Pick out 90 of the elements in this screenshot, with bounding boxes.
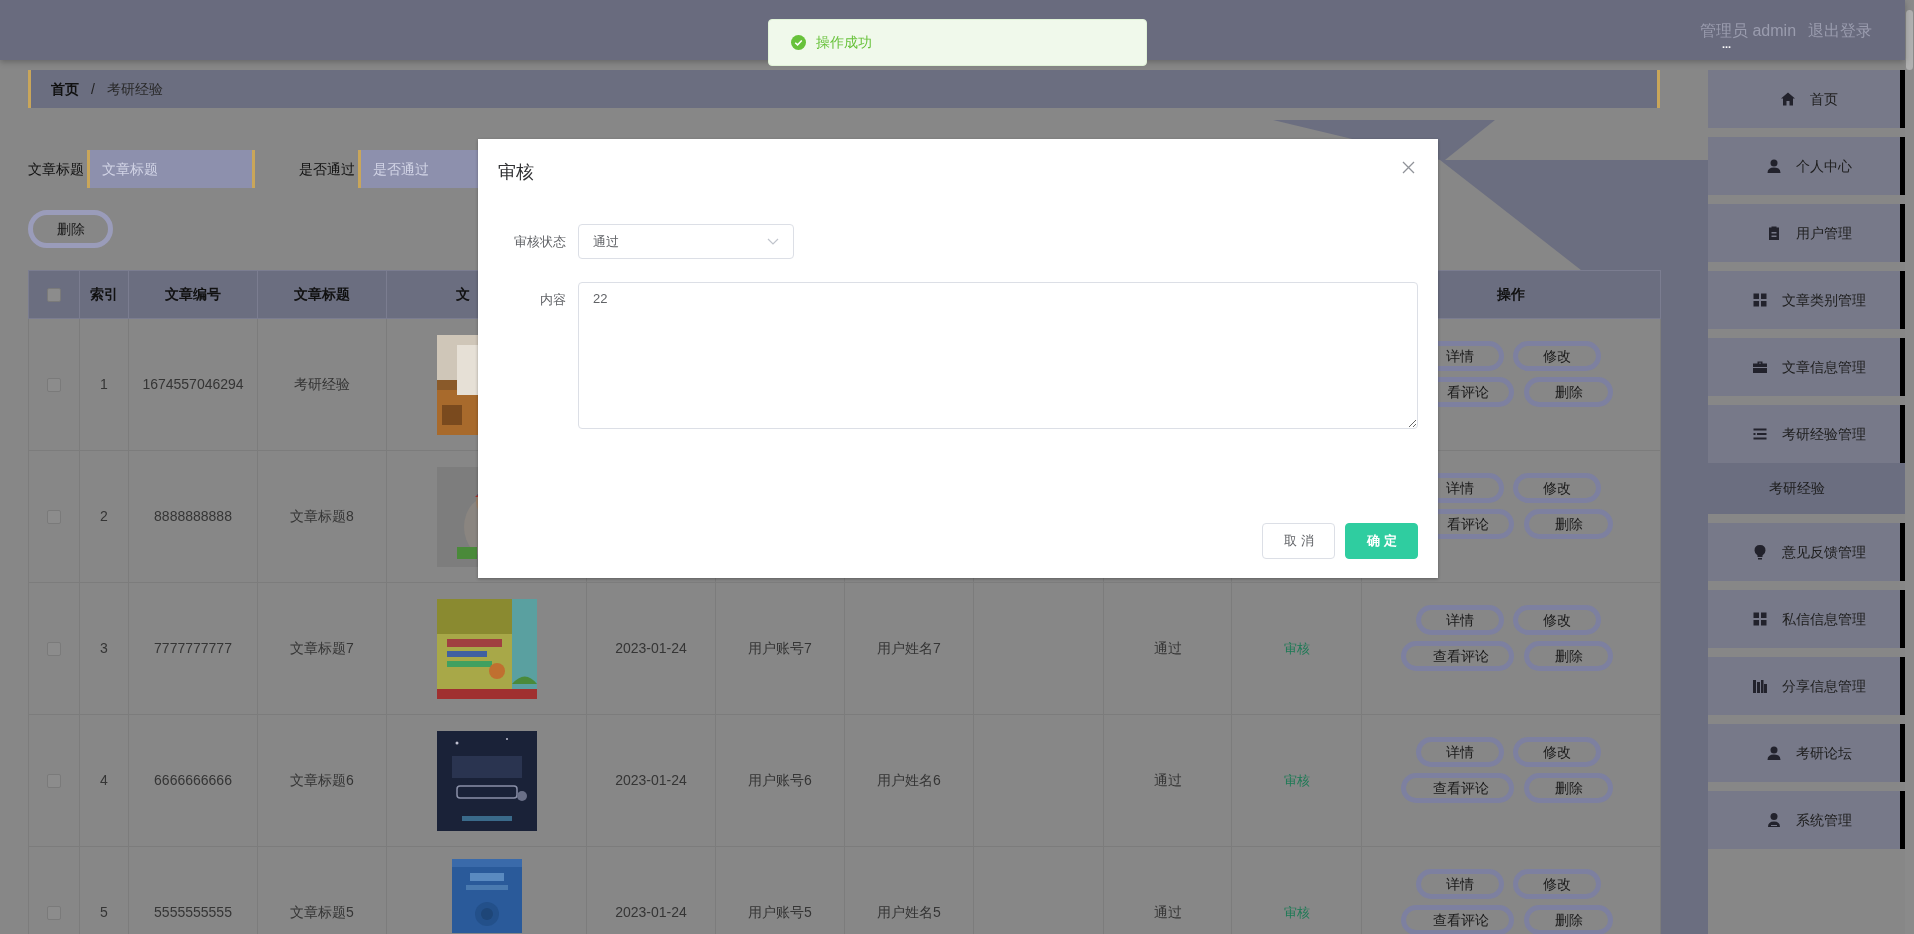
sidebar-icon bbox=[1752, 426, 1768, 442]
sidebar-item[interactable]: 用户管理 bbox=[1708, 204, 1905, 262]
delete-button[interactable]: 删除 bbox=[1524, 905, 1614, 934]
table-cell: 3 bbox=[100, 640, 108, 656]
field-label: 内容 bbox=[539, 291, 567, 309]
details-button[interactable]: 详情 bbox=[1415, 737, 1504, 767]
table-cell: 2023-01-24 bbox=[615, 904, 687, 920]
search-field[interactable]: 文章标题 bbox=[87, 150, 255, 188]
table-cell: 5 bbox=[100, 904, 108, 920]
delete-button[interactable]: 删除 bbox=[1524, 641, 1614, 671]
table-cell: 用户姓名7 bbox=[877, 640, 941, 656]
sidebar-item[interactable]: 个人中心 bbox=[1708, 137, 1905, 195]
edit-button[interactable]: 修改 bbox=[1512, 605, 1601, 635]
sidebar-icon bbox=[1752, 292, 1768, 308]
table-cell: 7777777777 bbox=[154, 640, 232, 656]
edit-button[interactable]: 修改 bbox=[1512, 869, 1601, 899]
table-cell: 通过 bbox=[1153, 904, 1182, 920]
sidebar-item[interactable]: 系统管理 bbox=[1708, 791, 1905, 849]
breadcrumb-item[interactable]: 首页 bbox=[51, 78, 79, 100]
sidebar-icon bbox=[1752, 678, 1768, 694]
status-select[interactable]: 通过 bbox=[578, 224, 794, 259]
more-text: ... bbox=[1722, 38, 1732, 50]
sidebar-item[interactable]: 文章类别管理 bbox=[1708, 271, 1905, 329]
sidebar-subitem[interactable]: 考研经验 bbox=[1708, 463, 1905, 514]
edit-button[interactable]: 修改 bbox=[1512, 737, 1601, 767]
table-cell: 通过 bbox=[1153, 772, 1182, 788]
table-cell: 考研经验 bbox=[294, 376, 350, 392]
table-cell: 通过 bbox=[1153, 640, 1182, 656]
table-cell: 8888888888 bbox=[154, 508, 232, 524]
table-cell: 用户姓名6 bbox=[877, 772, 941, 788]
table-cell: 4 bbox=[100, 772, 108, 788]
comments-button[interactable]: 查看评论 bbox=[1401, 905, 1515, 934]
toast-message: 操作成功 bbox=[816, 33, 872, 52]
delete-button[interactable]: 删除 bbox=[1524, 773, 1614, 803]
column-header: 文章编号 bbox=[165, 286, 221, 302]
column-header: 文章标题 bbox=[294, 286, 350, 302]
table-cell: 用户账号5 bbox=[748, 904, 812, 920]
field-label: 文章标题 bbox=[28, 159, 84, 179]
sidebar-item[interactable]: 意见反馈管理 bbox=[1708, 523, 1905, 581]
table-cell: 2 bbox=[100, 508, 108, 524]
field-label: 是否通过 bbox=[299, 159, 355, 179]
sidebar-item[interactable]: 文章信息管理 bbox=[1708, 338, 1905, 396]
table-cell: 文章标题7 bbox=[290, 640, 354, 656]
table-cell: 用户账号6 bbox=[748, 772, 812, 788]
table-cell: 2023-01-24 bbox=[615, 640, 687, 656]
table-cell: 用户账号7 bbox=[748, 640, 812, 656]
sidebar-icon bbox=[1752, 611, 1768, 627]
sidebar-item[interactable]: 首页 bbox=[1708, 70, 1905, 128]
chevron-down-icon bbox=[767, 238, 779, 245]
edit-button[interactable]: 修改 bbox=[1512, 341, 1601, 371]
table-cell: 文章标题6 bbox=[290, 772, 354, 788]
table-cell: 6666666666 bbox=[154, 772, 232, 788]
success-icon bbox=[791, 35, 806, 50]
scrollbar[interactable] bbox=[1906, 10, 1913, 70]
sidebar-icon bbox=[1766, 812, 1782, 828]
sidebar-icon bbox=[1766, 158, 1782, 174]
edit-button[interactable]: 修改 bbox=[1512, 473, 1601, 503]
delete-button[interactable]: 删除 bbox=[1524, 377, 1614, 407]
breadcrumb-item[interactable]: 考研经验 bbox=[106, 78, 163, 100]
table-cell: 文章标题5 bbox=[290, 904, 354, 920]
sidebar-item[interactable]: 考研经验管理 bbox=[1708, 405, 1905, 463]
details-button[interactable]: 详情 bbox=[1415, 605, 1504, 635]
table-cell: 1 bbox=[100, 376, 108, 392]
cancel-button[interactable]: 取消 bbox=[1262, 523, 1335, 559]
delete-button[interactable]: 删除 bbox=[28, 210, 113, 248]
comments-button[interactable]: 查看评论 bbox=[1401, 773, 1515, 803]
comments-button[interactable]: 查看评论 bbox=[1401, 641, 1515, 671]
column-header: 操作 bbox=[1497, 286, 1526, 302]
close-icon[interactable] bbox=[1402, 161, 1415, 174]
column-header: 索引 bbox=[90, 286, 118, 302]
sidebar-icon bbox=[1780, 91, 1796, 107]
table-cell: 用户姓名5 bbox=[877, 904, 941, 920]
delete-button[interactable]: 删除 bbox=[1524, 509, 1614, 539]
field-label: 审核状态 bbox=[513, 233, 567, 251]
table-cell: 文章标题8 bbox=[290, 508, 354, 524]
table-cell: 1674557046294 bbox=[142, 376, 244, 392]
table-cell: 5555555555 bbox=[154, 904, 232, 920]
content-field[interactable]: 22 bbox=[578, 282, 1418, 429]
sidebar-icon bbox=[1766, 225, 1782, 241]
table-cell: 2023-01-24 bbox=[615, 772, 687, 788]
column-header: 文 bbox=[456, 286, 470, 302]
sidebar-item[interactable]: 分享信息管理 bbox=[1708, 657, 1905, 715]
breadcrumb-separator: / bbox=[90, 79, 96, 99]
sidebar-item[interactable]: 私信信息管理 bbox=[1708, 590, 1905, 648]
checkbox[interactable] bbox=[47, 288, 61, 303]
sidebar-icon bbox=[1766, 745, 1782, 761]
sidebar-item[interactable]: 考研论坛 bbox=[1708, 724, 1905, 782]
sidebar-icon bbox=[1752, 544, 1768, 560]
sidebar-icon bbox=[1752, 359, 1768, 375]
details-button[interactable]: 详情 bbox=[1415, 869, 1504, 899]
